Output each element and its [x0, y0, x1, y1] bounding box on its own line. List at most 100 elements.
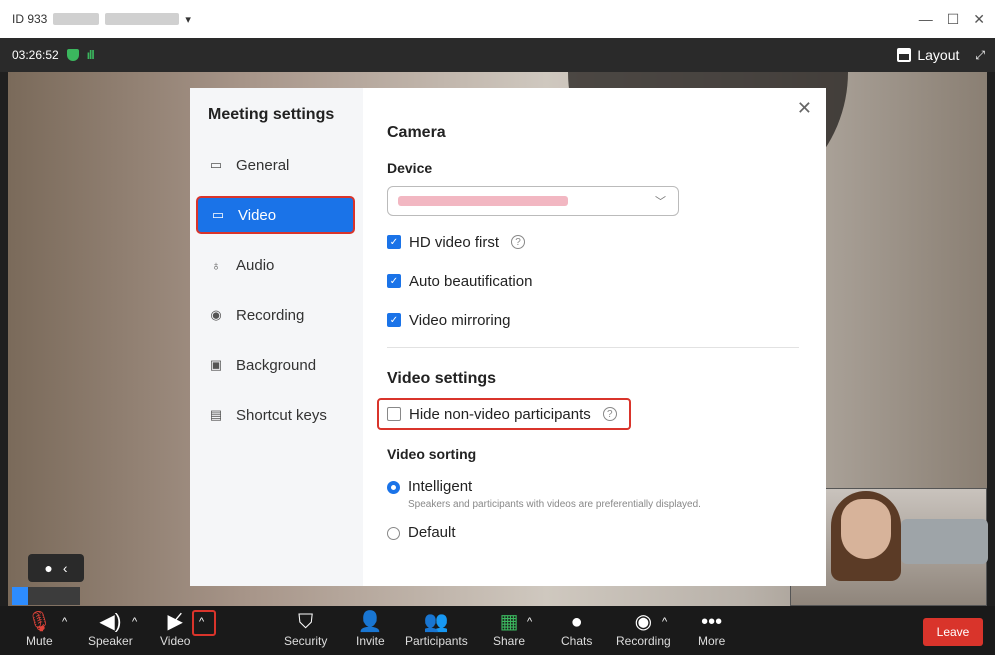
nav-item-label: General — [236, 156, 290, 174]
divider — [387, 347, 799, 348]
more-dots-icon: ••• — [701, 611, 723, 633]
chevron-up-icon[interactable]: ^ — [662, 616, 667, 628]
hide-non-video-checkbox[interactable] — [387, 407, 401, 421]
redacted-text — [105, 13, 180, 25]
more-label: More — [698, 634, 726, 648]
hd-video-first-row[interactable]: ✓ HD video first ? — [387, 230, 802, 254]
chevron-down-icon[interactable]: ▾ — [185, 13, 191, 26]
mute-label: Mute — [26, 634, 53, 648]
meeting-id: ID 933 — [12, 12, 48, 26]
video-sorting-title: Video sorting — [387, 446, 477, 462]
redacted-text — [53, 13, 100, 25]
speaker-icon: ◀) — [99, 611, 122, 633]
default-radio[interactable] — [387, 527, 400, 540]
self-view-tile[interactable] — [12, 587, 80, 605]
mute-button[interactable]: 🎙 Mute — [26, 610, 53, 648]
security-label: Security — [284, 634, 328, 648]
camera-section-title: Camera — [387, 124, 446, 141]
recording-label: Recording — [616, 634, 671, 648]
chats-button[interactable]: ● Chats — [561, 610, 592, 648]
nav-item-background[interactable]: ▣ Background — [196, 346, 355, 384]
highlight-box — [192, 610, 216, 636]
video-mirroring-row[interactable]: ✓ Video mirroring — [387, 308, 802, 332]
share-label: Share — [493, 634, 526, 648]
signal-icon[interactable]: ıll — [87, 48, 95, 62]
intelligent-hint: Speakers and participants with videos ar… — [408, 499, 701, 510]
device-select[interactable]: ﹀ — [387, 186, 679, 216]
chat-bubble-icon: ● — [44, 560, 53, 576]
share-screen-icon: ▦ — [499, 611, 519, 633]
general-icon: ▭ — [209, 157, 223, 172]
chats-label: Chats — [561, 634, 593, 648]
nav-item-general[interactable]: ▭ General — [196, 146, 355, 184]
auto-beautification-checkbox[interactable]: ✓ — [387, 274, 401, 288]
meeting-toolbar: 🎙 Mute ^ ◀) Speaker ^ ▶̸ Video ^ ⛉ Secur… — [0, 606, 995, 655]
title-bar: ID 933 ▾ — [0, 0, 995, 38]
close-dialog-button[interactable]: ✕ — [797, 98, 812, 119]
nav-item-label: Audio — [236, 256, 275, 274]
video-button[interactable]: ▶̸ Video — [160, 610, 190, 648]
chevron-down-icon: ﹀ — [655, 196, 666, 208]
hide-non-video-row[interactable]: Hide non-video participants ? — [377, 398, 631, 430]
microphone-muted-icon: 🎙 — [26, 611, 53, 633]
invite-button[interactable]: 👤 Invite — [356, 610, 385, 648]
window-controls: — ☐ ✕ — [919, 0, 995, 38]
leave-button[interactable]: Leave — [923, 618, 983, 646]
help-icon[interactable]: ? — [511, 235, 526, 249]
nav-item-video[interactable]: ▭ Video — [196, 196, 355, 234]
close-window-button[interactable]: ✕ — [973, 11, 985, 28]
share-button[interactable]: ▦ Share — [493, 610, 525, 648]
auto-beautification-label: Auto beautification — [409, 272, 533, 290]
layout-icon — [897, 48, 912, 62]
thumbnail-face — [841, 499, 891, 559]
chevron-up-icon[interactable]: ^ — [62, 616, 67, 628]
chevron-up-icon[interactable]: ^ — [132, 616, 137, 628]
settings-nav: Meeting settings ▭ General ▭ Video ♁ Aud… — [190, 88, 363, 586]
participants-label: Participants — [405, 634, 468, 648]
intelligent-label: Intelligent — [408, 478, 473, 495]
video-settings-title: Video settings — [387, 370, 497, 387]
record-icon: ◉ — [210, 307, 222, 322]
participants-icon: 👥 — [423, 611, 449, 633]
default-option[interactable]: Default — [387, 524, 802, 541]
chevron-up-icon[interactable]: ^ — [527, 616, 532, 628]
video-icon: ▭ — [211, 207, 225, 222]
speaker-button[interactable]: ◀) Speaker — [88, 610, 133, 648]
intelligent-option[interactable]: Intelligent Speakers and participants wi… — [387, 478, 802, 510]
video-mirroring-checkbox[interactable]: ✓ — [387, 313, 401, 327]
meeting-settings-dialog: Meeting settings ▭ General ▭ Video ♁ Aud… — [190, 88, 826, 586]
nav-item-label: Video — [238, 206, 277, 224]
video-off-icon: ▶̸ — [167, 611, 183, 633]
nav-item-recording[interactable]: ◉ Recording — [196, 296, 355, 334]
intelligent-radio[interactable] — [387, 481, 400, 494]
auto-beautification-row[interactable]: ✓ Auto beautification — [387, 269, 802, 293]
minimize-button[interactable]: — — [919, 11, 933, 27]
more-button[interactable]: ••• More — [698, 610, 725, 648]
default-label: Default — [408, 524, 456, 541]
keyboard-icon: ▤ — [209, 407, 223, 422]
invite-label: Invite — [356, 634, 385, 648]
encryption-shield-icon[interactable] — [66, 49, 79, 61]
add-user-icon: 👤 — [357, 611, 383, 633]
chat-toggle[interactable]: ● ‹ — [28, 554, 84, 582]
help-icon[interactable]: ? — [602, 407, 617, 421]
nav-item-shortcut-keys[interactable]: ▤ Shortcut keys — [196, 396, 355, 434]
redacted-device-name — [398, 196, 568, 206]
settings-content: ✕ Camera Device ﹀ ✓ HD video first ? ✓ A… — [363, 88, 826, 586]
layout-label: Layout — [917, 47, 960, 63]
layout-button[interactable]: Layout ⤢ — [897, 38, 985, 72]
nav-item-label: Background — [236, 356, 317, 374]
thumbnail-background — [901, 519, 988, 564]
device-label: Device — [387, 160, 433, 176]
record-icon: ◉ — [634, 611, 653, 633]
meeting-info-bar: 03:26:52 ıll — [0, 38, 995, 72]
shield-icon: ⛉ — [298, 611, 314, 633]
maximize-button[interactable]: ☐ — [947, 11, 960, 28]
participants-button[interactable]: 👥 Participants — [405, 610, 468, 648]
dialog-title: Meeting settings — [208, 106, 335, 123]
nav-item-audio[interactable]: ♁ Audio — [196, 246, 355, 284]
hd-video-checkbox[interactable]: ✓ — [387, 235, 401, 249]
security-button[interactable]: ⛉ Security — [284, 610, 327, 648]
microphone-icon: ♁ — [211, 257, 221, 273]
fullscreen-icon[interactable]: ⤢ — [975, 48, 985, 63]
